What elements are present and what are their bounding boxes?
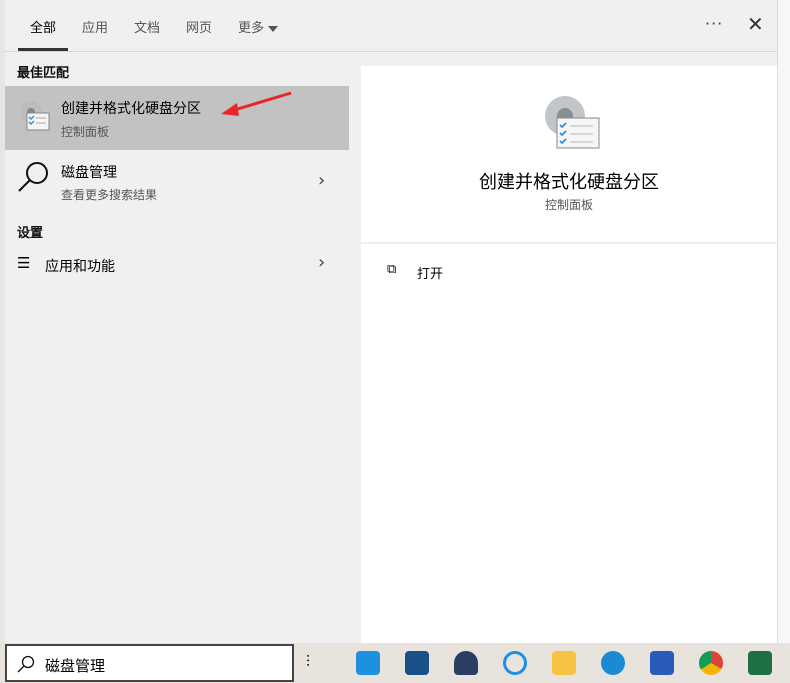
tab-all[interactable]: 全部 (30, 17, 56, 36)
close-button[interactable]: ✕ (747, 12, 764, 36)
tab-documents[interactable]: 文档 (134, 17, 160, 36)
task-view-icon[interactable]: ⫶ (306, 652, 310, 672)
result-title: 应用和功能 (45, 259, 115, 275)
search-panel: 全部 应用 文档 网页 更多 ··· ✕ 最佳匹配 创建并格式化硬盘分区 控制面… (5, 0, 777, 643)
active-tab-indicator (18, 48, 68, 51)
background-window-edge (777, 0, 790, 643)
file-explorer-icon[interactable] (552, 651, 576, 675)
store-icon[interactable] (405, 651, 429, 675)
detail-title: 创建并格式化硬盘分区 (479, 172, 659, 193)
tab-web[interactable]: 网页 (186, 17, 212, 36)
word-icon[interactable] (650, 651, 674, 675)
red-arrow-annotation (221, 91, 292, 116)
taskbar: 磁盘管理 ⫶ (0, 643, 790, 683)
tab-more[interactable]: 更多 (238, 17, 279, 36)
chevron-down-icon (268, 25, 279, 32)
tab-apps[interactable]: 应用 (82, 17, 108, 36)
section-best-match: 最佳匹配 (17, 66, 70, 81)
result-title: 创建并格式化硬盘分区 (61, 101, 201, 117)
result-title: 磁盘管理 (61, 165, 117, 181)
cat-app-icon[interactable] (454, 651, 478, 675)
control-panel-gear-icon (20, 101, 50, 131)
detail-pane: 创建并格式化硬盘分区 控制面板 ⧉ 打开 (361, 66, 777, 643)
result-create-format-partition[interactable]: 创建并格式化硬盘分区 控制面板 (5, 86, 349, 150)
open-icon: ⧉ (387, 262, 397, 277)
control-panel-gear-icon (545, 96, 600, 149)
search-icon (18, 162, 48, 192)
open-label: 打开 (417, 267, 444, 282)
mail-icon[interactable] (356, 651, 380, 675)
result-subtitle: 控制面板 (61, 125, 110, 139)
divider (361, 242, 777, 244)
search-icon (17, 655, 35, 673)
taskbar-search-box[interactable]: 磁盘管理 (5, 644, 294, 682)
chat-icon[interactable] (503, 651, 527, 675)
chevron-right-icon[interactable]: › (318, 252, 325, 273)
excel-icon[interactable] (748, 651, 772, 675)
search-input[interactable]: 磁盘管理 (45, 655, 105, 676)
tab-bar: 全部 应用 文档 网页 更多 ··· ✕ (5, 0, 777, 52)
edge-icon[interactable] (601, 651, 625, 675)
section-settings: 设置 (17, 226, 44, 241)
list-icon: ☰ (17, 254, 31, 272)
detail-subtitle: 控制面板 (544, 198, 593, 212)
chevron-right-icon[interactable]: › (318, 170, 325, 191)
chrome-icon[interactable] (699, 651, 723, 675)
tab-more-label: 更多 (238, 21, 265, 36)
result-apps-features[interactable]: ☰ 应用和功能 › (5, 248, 349, 282)
result-disk-management[interactable]: 磁盘管理 查看更多搜索结果 › (5, 150, 349, 212)
result-subtitle: 查看更多搜索结果 (61, 188, 158, 202)
open-action[interactable]: ⧉ 打开 (387, 262, 587, 286)
more-options-button[interactable]: ··· (705, 14, 723, 33)
